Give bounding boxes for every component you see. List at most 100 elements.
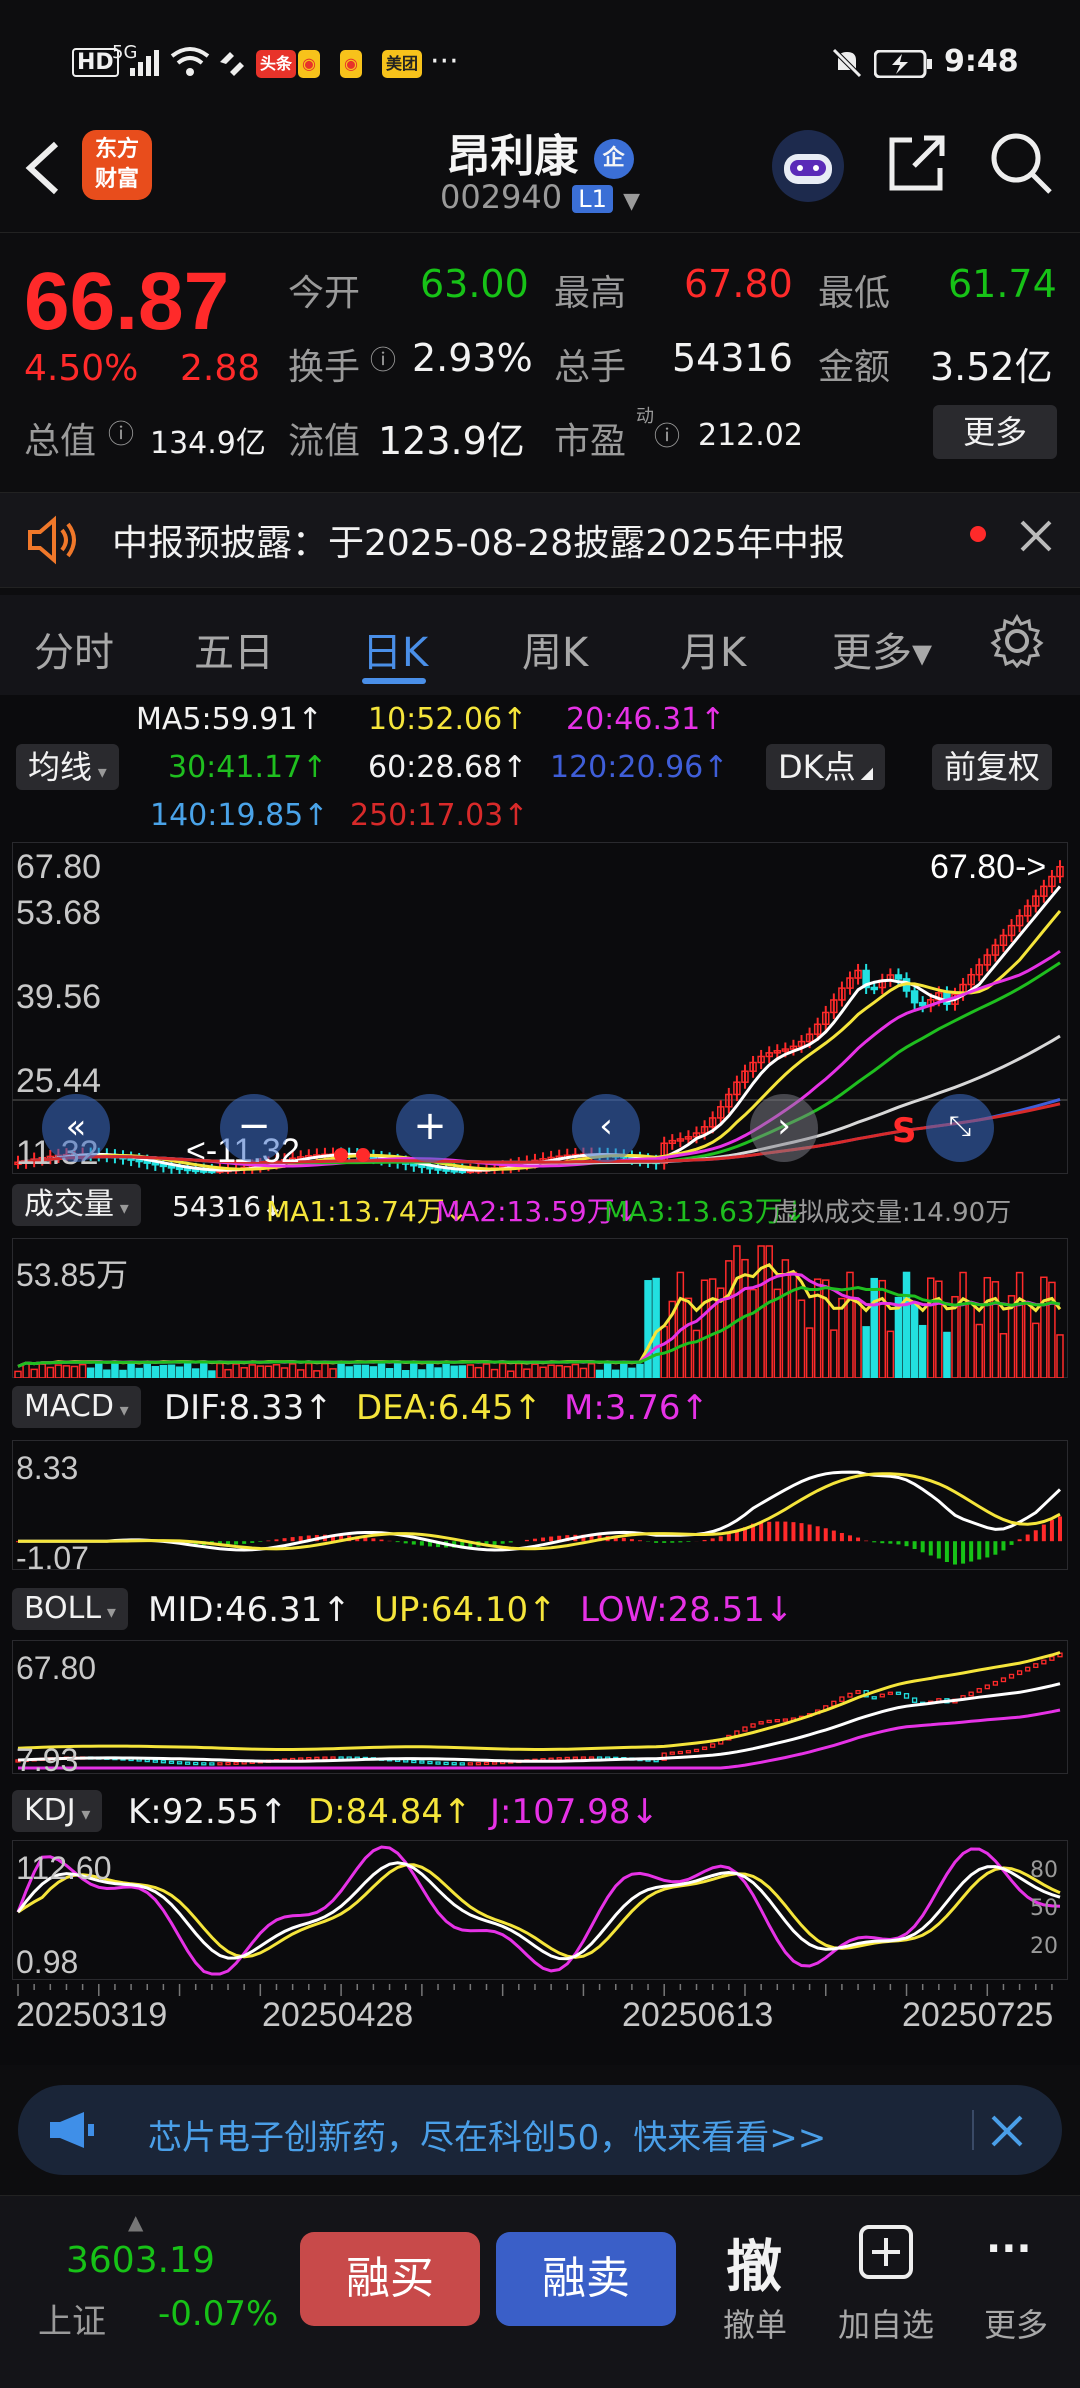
volume-bar	[676, 1271, 685, 1378]
tab-monthly-k[interactable]: 月K	[680, 620, 746, 678]
more-label[interactable]: 更多	[961, 2300, 1071, 2346]
zoom-in-icon[interactable]: +	[396, 1094, 464, 1162]
macd-bar	[621, 1537, 626, 1542]
announcement-text[interactable]: 中报预披露：于2025-08-28披露2025年中报	[112, 514, 845, 566]
kdj-tick-20: 20	[1030, 1934, 1058, 1959]
boll-candle	[968, 1691, 974, 1697]
scroll-left-icon[interactable]: ‹	[572, 1094, 640, 1162]
volume-chart[interactable]	[12, 1238, 1068, 1378]
boll-chart[interactable]	[12, 1640, 1068, 1774]
reset-view-icon[interactable]: ⤡	[926, 1094, 994, 1162]
boll-candle	[847, 1692, 853, 1698]
macd-bar	[662, 1541, 667, 1543]
macd-selector[interactable]: MACD ▾	[12, 1386, 141, 1428]
tab-more[interactable]: 更多▾	[832, 620, 932, 678]
volume-bar	[927, 1277, 935, 1378]
tab-intraday[interactable]: 分时	[34, 620, 114, 678]
macd-bar	[969, 1541, 974, 1562]
tab-five-day[interactable]: 五日	[194, 620, 274, 678]
boll-candle	[144, 1758, 150, 1763]
boll-candle	[580, 1756, 587, 1760]
macd-chart[interactable]	[12, 1440, 1068, 1570]
volume-bar	[288, 1363, 297, 1378]
cancel-order-icon[interactable]: 撤	[726, 2222, 782, 2303]
amount-value: 3.52亿	[930, 345, 1053, 389]
volume-bar	[313, 1370, 321, 1378]
ma-selector[interactable]: 均线 ▾	[16, 744, 119, 790]
boll-candle	[443, 1761, 449, 1766]
volume-bar	[725, 1260, 733, 1378]
volume-bar	[733, 1245, 741, 1378]
scroll-left-fast-icon[interactable]: «	[42, 1094, 110, 1162]
event-dot	[334, 1148, 348, 1162]
boll-candle	[782, 1718, 789, 1722]
share-icon[interactable]	[886, 132, 948, 194]
banner-close-icon[interactable]	[990, 2114, 1024, 2148]
close-icon[interactable]	[1018, 518, 1054, 554]
macd-selector-label: MACD	[24, 1389, 114, 1424]
boll-candle	[1008, 1673, 1015, 1679]
index-name[interactable]: 上证	[38, 2294, 106, 2343]
info-icon[interactable]: ⓘ	[654, 416, 680, 453]
boll-selector[interactable]: BOLL ▾	[12, 1588, 128, 1630]
date-label-1: 20250319	[16, 1996, 168, 2034]
adjust-button[interactable]: 前复权	[932, 744, 1053, 790]
volume-bar	[442, 1363, 450, 1378]
volume-selector-label: 成交量	[24, 1187, 114, 1222]
kdj-j: J:107.98↓	[490, 1792, 659, 1832]
macd-bar	[823, 1528, 828, 1542]
index-value[interactable]: 3603.19	[66, 2240, 215, 2281]
boll-candle	[160, 1760, 167, 1764]
expand-up-icon[interactable]: ▲	[128, 2210, 143, 2234]
nfc-icon	[220, 52, 244, 76]
macd-bar	[904, 1541, 909, 1547]
volume-bar	[159, 1364, 168, 1378]
scroll-right-icon[interactable]: ›	[750, 1094, 818, 1162]
tab-weekly-k[interactable]: 周K	[522, 620, 588, 678]
code-dropdown-icon[interactable]: ▼	[623, 189, 640, 214]
kline-main-chart[interactable]: S	[12, 842, 1068, 1174]
margin-buy-button[interactable]: 融买	[300, 2232, 480, 2326]
kdj-tick-80: 80	[1030, 1858, 1058, 1883]
settings-gear-icon[interactable]	[990, 614, 1044, 668]
search-icon[interactable]	[988, 130, 1054, 196]
robot-assistant-icon[interactable]	[770, 128, 846, 204]
macd-bar	[928, 1541, 933, 1556]
date-label-3: 20250613	[622, 1996, 774, 2034]
volume-bar	[95, 1363, 103, 1378]
candle	[870, 986, 878, 991]
volume-bar	[539, 1366, 547, 1378]
volume-selector[interactable]: 成交量 ▾	[12, 1184, 141, 1226]
volume-bar	[935, 1280, 943, 1378]
boll-mid: MID:46.31↑	[148, 1590, 351, 1630]
macd-bar	[298, 1536, 303, 1542]
promo-text[interactable]: 芯片电子创新药，尽在科创50，快来看看>>	[148, 2110, 826, 2159]
macd-bar	[492, 1541, 497, 1545]
info-icon[interactable]: ⓘ	[108, 414, 134, 451]
volume-bar	[38, 1363, 46, 1378]
boll-candle	[710, 1743, 716, 1748]
quote-more-button[interactable]: 更多	[933, 405, 1057, 459]
open-value: 63.00	[420, 262, 529, 306]
app-badge-weibo: ◉	[298, 50, 320, 78]
add-watchlist-label[interactable]: 加自选	[831, 2300, 941, 2346]
zoom-out-icon[interactable]: −	[220, 1094, 288, 1162]
kdj-chart[interactable]	[12, 1840, 1068, 1980]
boll-candle	[152, 1759, 158, 1763]
candle	[167, 1165, 176, 1169]
kdj-selector[interactable]: KDJ ▾	[12, 1790, 103, 1832]
macd-bar	[637, 1540, 642, 1542]
index-change[interactable]: -0.07%	[158, 2294, 278, 2334]
cancel-order-label[interactable]: 撤单	[700, 2300, 810, 2346]
tab-daily-k[interactable]: 日K	[362, 620, 428, 678]
dk-point-button[interactable]: DK点 ◢	[766, 744, 886, 790]
add-watchlist-icon[interactable]	[858, 2224, 914, 2280]
ma250-legend: 250:17.03↑	[350, 798, 529, 833]
info-icon[interactable]: ⓘ	[370, 340, 396, 377]
margin-sell-button[interactable]: 融卖	[496, 2232, 676, 2326]
volume-bar	[975, 1323, 983, 1378]
more-dots-icon[interactable]: ···	[986, 2226, 1032, 2272]
volume-bar	[579, 1367, 588, 1378]
amount-label: 金额	[818, 347, 891, 388]
boll-candle	[435, 1761, 441, 1765]
